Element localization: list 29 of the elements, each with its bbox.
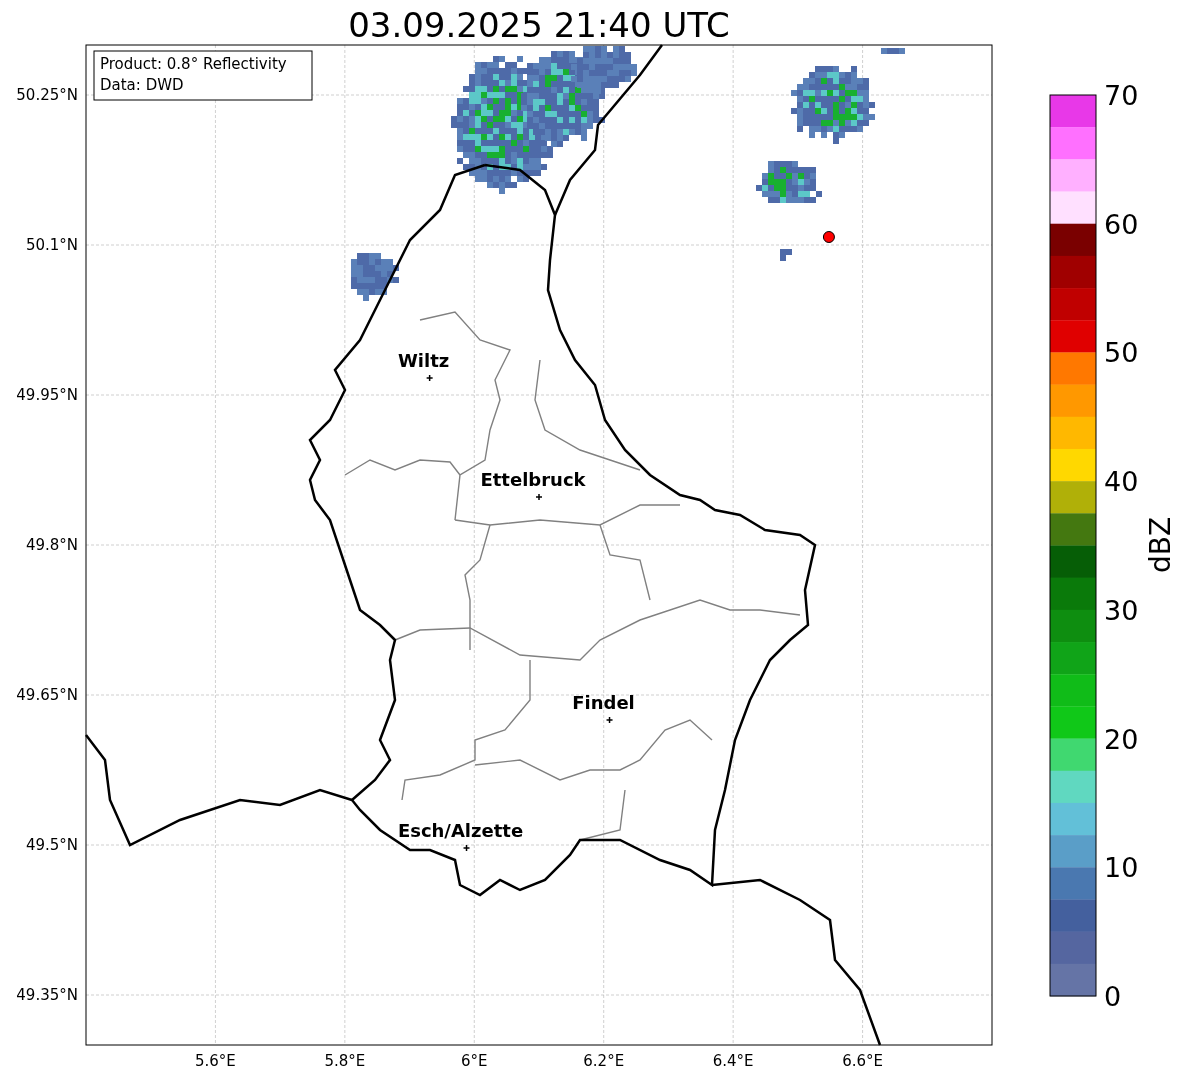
axis-tick-label: 6°E xyxy=(461,1052,488,1070)
colorbar-label: dBZ xyxy=(1144,516,1177,574)
city-label: Ettelbruck xyxy=(480,469,586,490)
info-text: Product: 0.8° Reflectivity xyxy=(100,55,287,73)
axis-tick-label: 50.1°N xyxy=(25,236,78,254)
chart-title: 03.09.2025 21:40 UTC xyxy=(348,5,730,45)
axis-tick-label: 5.6°E xyxy=(195,1052,236,1070)
colorbar-tick-label: 20 xyxy=(1104,723,1139,755)
city-label: Findel xyxy=(572,692,635,713)
city-label: Esch/Alzette xyxy=(397,820,524,841)
info-text: Data: DWD xyxy=(100,76,184,94)
colorbar-tick-label: 30 xyxy=(1104,594,1139,626)
axis-tick-label: 6.6°E xyxy=(842,1052,883,1070)
axis-tick-label: 50.25°N xyxy=(16,86,78,104)
colorbar-tick-label: 40 xyxy=(1104,466,1139,498)
axis-tick-label: 49.65°N xyxy=(16,686,78,704)
colorbar-tick-label: 60 xyxy=(1104,208,1139,240)
axis-tick-label: 49.95°N xyxy=(16,386,78,404)
axis-tick-label: 49.35°N xyxy=(16,986,78,1004)
colorbar-tick-label: 10 xyxy=(1104,852,1139,884)
axis-tick-label: 49.5°N xyxy=(25,836,78,854)
colorbar-tick-label: 0 xyxy=(1104,981,1122,1012)
axis-tick-label: 49.8°N xyxy=(25,536,78,554)
axis-tick-label: 5.8°E xyxy=(324,1052,366,1070)
colorbar-tick-label: 50 xyxy=(1104,337,1139,369)
axis-tick-label: 6.4°E xyxy=(712,1052,754,1070)
city-label: Wiltz xyxy=(398,350,450,371)
axis-tick-label: 6.2°E xyxy=(583,1052,625,1070)
colorbar-tick-label: 70 xyxy=(1104,80,1139,111)
